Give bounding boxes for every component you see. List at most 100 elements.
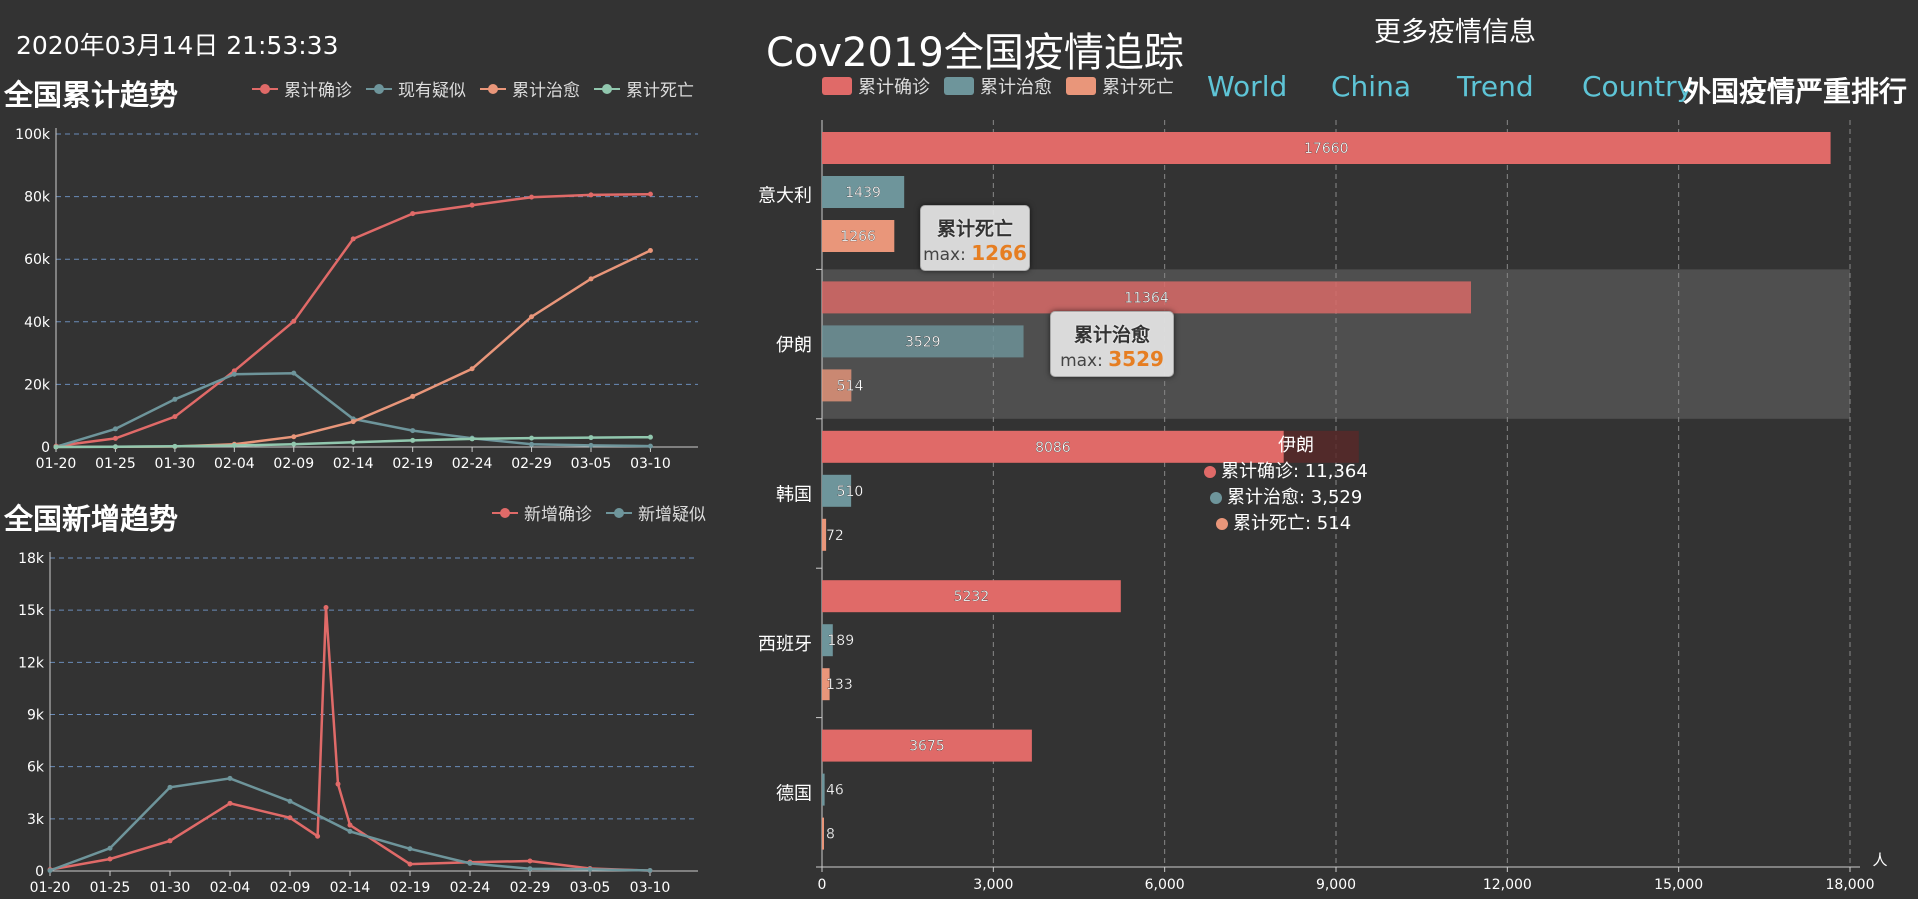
y-tick-label: 6k <box>27 760 45 776</box>
legend-label: 累计确诊 <box>858 77 930 98</box>
data-point <box>527 858 533 864</box>
bar-value-label: 11364 <box>1124 290 1169 306</box>
data-point <box>410 428 416 434</box>
y-tick-label: 20k <box>24 377 51 393</box>
data-point <box>350 439 356 445</box>
category-label: 德国 <box>776 783 812 804</box>
legend-item-new-suspect[interactable]: 新增疑似 <box>606 500 706 525</box>
category-label: 西班牙 <box>758 634 812 655</box>
data-point <box>647 191 653 197</box>
bar-value-label: 5232 <box>954 589 990 605</box>
tooltip-max-label: max: <box>923 245 966 265</box>
legend-item-cumulative-confirmed[interactable]: 累计确诊 <box>252 76 352 101</box>
y-tick-label: 18k <box>18 551 45 567</box>
data-point <box>347 822 353 828</box>
legend-label: 新增确诊 <box>524 505 592 525</box>
x-tick-label: 02-04 <box>214 456 255 470</box>
max-dead-tooltip: 累计死亡 max: 1266 <box>920 205 1030 271</box>
data-point <box>527 866 533 872</box>
data-point <box>107 856 113 862</box>
x-axis-unit-label: 人 <box>1872 851 1887 869</box>
data-point <box>647 867 653 873</box>
nav-trend-link[interactable]: Trend <box>1457 70 1534 103</box>
data-point <box>112 435 118 441</box>
data-point <box>291 441 297 447</box>
y-tick-label: 80k <box>24 190 51 206</box>
bar <box>822 817 824 850</box>
tooltip-title: 累计死亡 <box>936 218 1013 240</box>
legend-marker-icon <box>366 83 392 94</box>
bar-value-label: 8 <box>826 827 835 843</box>
data-point <box>231 442 237 448</box>
y-tick-label: 3k <box>27 812 45 828</box>
x-tick-label: 03-05 <box>570 880 611 896</box>
max-cured-tooltip: 累计治愈 max: 3529 <box>1050 311 1174 377</box>
ranking-legend: 累计确诊 累计治愈 累计死亡 <box>822 73 1174 99</box>
more-info-link[interactable]: 更多疫情信息 <box>1374 10 1536 49</box>
x-tick-label: 18,000 <box>1826 877 1875 893</box>
x-tick-label: 12,000 <box>1483 877 1532 893</box>
legend-item-rank-cured[interactable]: 累计治愈 <box>944 73 1052 99</box>
data-point <box>350 419 356 425</box>
new-trend-chart: 0 3k 6k 9k 12k 15k 18k 01-20 01-25 01-30 02-04 02-0… <box>18 551 698 896</box>
x-tick-label: 02-09 <box>270 880 311 896</box>
legend-marker-icon <box>480 83 506 94</box>
hover-tooltip: 伊朗 累计确诊: 11,364 累计治愈: 3,529 累计死亡: 514 <box>1204 433 1368 537</box>
x-tick-label: 02-14 <box>333 456 374 470</box>
x-tick-label: 6,000 <box>1145 877 1185 893</box>
legend-marker-icon <box>822 77 852 95</box>
update-datetime: 2020年03月14日 21:53:33 <box>16 31 339 60</box>
nav-country-link[interactable]: Country <box>1582 70 1693 103</box>
data-point <box>588 442 594 448</box>
data-point <box>529 314 535 320</box>
tooltip-max: max: 1266 <box>921 241 1029 265</box>
x-tick-label: 0 <box>818 877 827 893</box>
x-tick-label: 02-29 <box>511 456 552 470</box>
ranking-title: 外国疫情严重排行 <box>1683 75 1908 108</box>
legend-item-rank-dead[interactable]: 累计死亡 <box>1066 73 1174 99</box>
tooltip-max-value: 1266 <box>971 241 1027 265</box>
data-point <box>647 434 653 440</box>
data-point <box>407 861 413 867</box>
tooltip-max-value: 3529 <box>1108 347 1164 371</box>
legend-item-cumulative-dead[interactable]: 累计死亡 <box>594 76 694 101</box>
legend-marker-icon <box>944 77 974 95</box>
data-point <box>588 276 594 282</box>
data-point <box>410 211 416 217</box>
data-point <box>647 247 653 253</box>
legend-label: 累计死亡 <box>626 81 694 101</box>
dot-icon <box>1216 518 1228 530</box>
y-tick-label: 60k <box>24 252 51 268</box>
data-point <box>467 860 473 866</box>
legend-item-cumulative-cured[interactable]: 累计治愈 <box>480 76 580 101</box>
legend-marker-icon <box>492 507 518 518</box>
data-point <box>529 441 535 447</box>
hover-line: 累计治愈: 3,529 <box>1227 487 1363 508</box>
legend-item-new-confirmed[interactable]: 新增确诊 <box>492 500 592 525</box>
data-point <box>347 828 353 834</box>
cumulative-legend: 累计确诊 现有疑似 累计治愈 累计死亡 <box>252 76 694 101</box>
tooltip-title: 累计治愈 <box>1073 324 1150 346</box>
data-point <box>469 436 475 442</box>
bar-value-label: 133 <box>826 677 853 693</box>
legend-item-current-suspect[interactable]: 现有疑似 <box>366 76 466 101</box>
data-point <box>167 838 173 844</box>
y-tick-label: 12k <box>18 655 45 671</box>
legend-item-rank-confirmed[interactable]: 累计确诊 <box>822 73 930 99</box>
nav-world-link[interactable]: World <box>1207 70 1287 103</box>
bar-value-label: 72 <box>826 528 844 544</box>
data-point <box>410 393 416 399</box>
bar-value-label: 17660 <box>1304 141 1349 157</box>
y-tick-label: 15k <box>18 603 45 619</box>
dot-icon <box>1210 492 1222 504</box>
data-point <box>469 366 475 372</box>
data-point <box>47 868 53 874</box>
hover-tooltip-row: 累计治愈: 3,529 <box>1204 485 1368 511</box>
data-point <box>53 444 59 450</box>
nav-china-link[interactable]: China <box>1331 70 1411 103</box>
hover-tooltip-row: 累计死亡: 514 <box>1204 511 1368 537</box>
data-point <box>588 435 594 441</box>
hover-tooltip-row: 累计确诊: 11,364 <box>1204 459 1368 485</box>
x-tick-label: 15,000 <box>1654 877 1703 893</box>
dot-icon <box>1204 466 1216 478</box>
